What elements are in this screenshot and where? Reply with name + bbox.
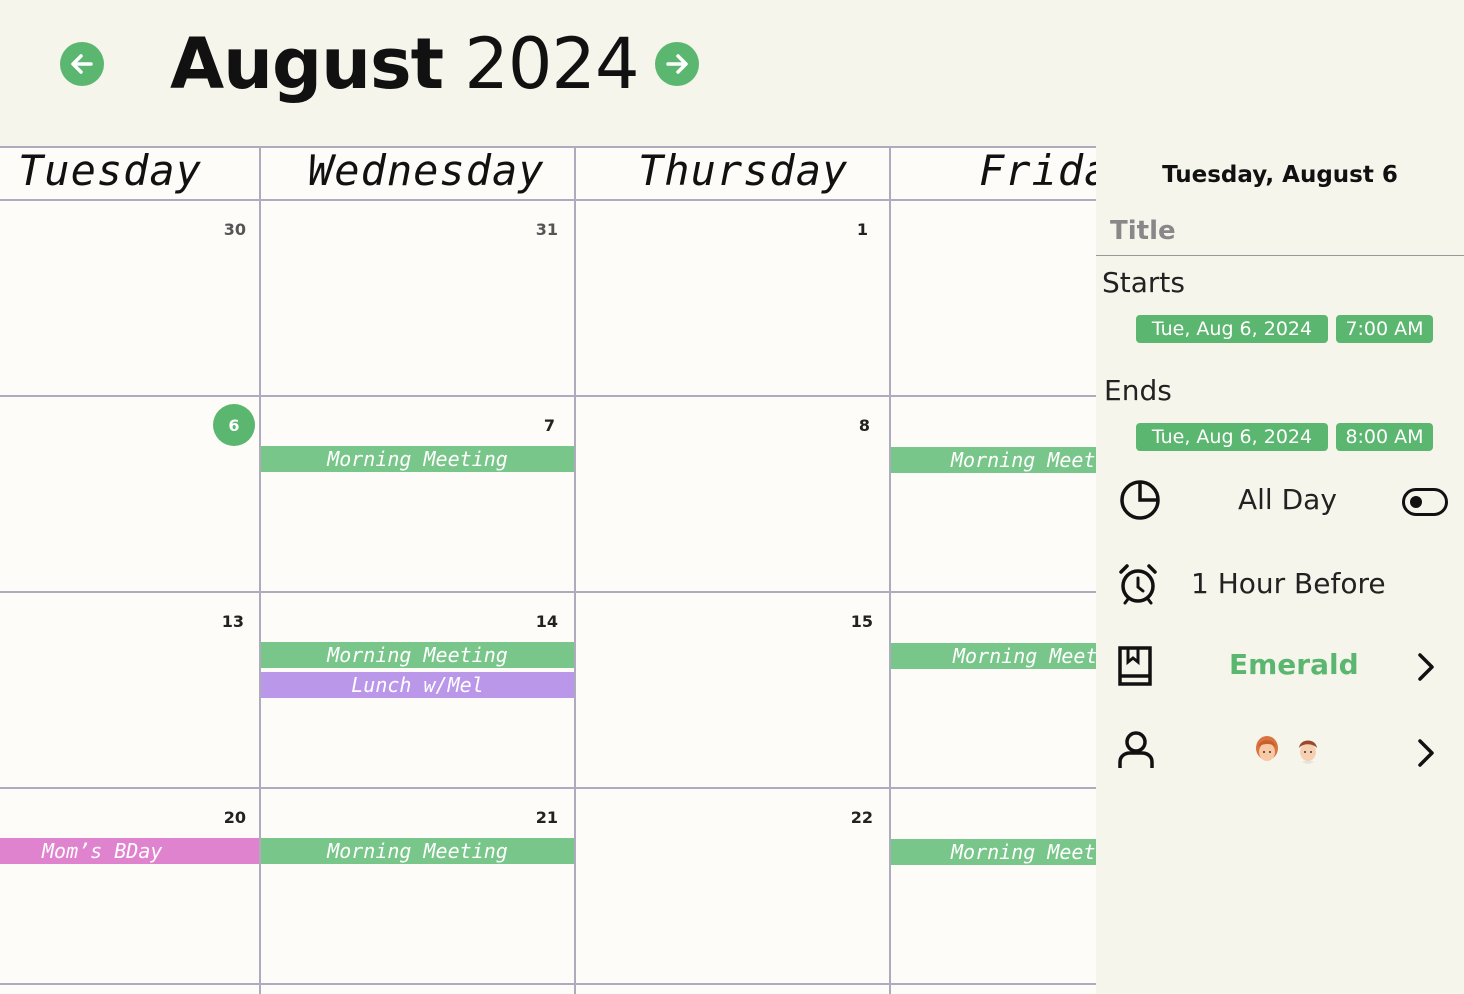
event-morning-meeting[interactable]: Morning Meeting [261, 838, 574, 864]
date-number[interactable]: 13 [204, 612, 244, 631]
start-date-picker[interactable]: Tue, Aug 6, 2024 [1136, 315, 1328, 343]
day-header-friday: Friday [979, 146, 1096, 195]
clock-icon [1120, 480, 1160, 520]
grid-line [889, 146, 891, 994]
end-date-picker[interactable]: Tue, Aug 6, 2024 [1136, 423, 1328, 451]
invitee-avatar[interactable] [1292, 734, 1324, 766]
month-title: August 2024 [170, 22, 640, 106]
end-time-picker[interactable]: 8:00 AM [1336, 423, 1433, 451]
date-number[interactable]: 30 [206, 220, 246, 239]
date-number[interactable]: 1 [828, 220, 868, 239]
starts-label: Starts [1102, 266, 1185, 299]
calendar-grid: Tuesday Wednesday Thursday Friday 30 31 … [0, 146, 1096, 994]
next-month-button[interactable] [655, 42, 699, 86]
today-date-marker[interactable]: 6 [213, 404, 255, 446]
date-number[interactable]: 20 [206, 808, 246, 827]
date-number[interactable]: 8 [830, 416, 870, 435]
invitee-avatar[interactable] [1251, 734, 1283, 766]
date-number[interactable]: 21 [518, 808, 558, 827]
grid-line [0, 591, 1096, 593]
alarm-icon [1119, 564, 1157, 605]
event-morning-meeting[interactable]: Morning Meeting [261, 446, 574, 472]
calendar-name[interactable]: Emerald [1229, 648, 1359, 681]
ends-label: Ends [1104, 374, 1172, 407]
date-number[interactable]: 22 [833, 808, 873, 827]
all-day-toggle[interactable] [1402, 488, 1448, 516]
day-header-thursday: Thursday [638, 146, 849, 195]
event-lunch[interactable]: Lunch w/Mel [261, 672, 574, 698]
chevron-right-icon[interactable] [1414, 650, 1438, 684]
date-number[interactable]: 31 [518, 220, 558, 239]
date-number[interactable]: 14 [518, 612, 558, 631]
day-header-tuesday: Tuesday [18, 146, 203, 195]
all-day-label: All Day [1238, 483, 1337, 516]
bookmark-icon [1118, 646, 1152, 686]
alert-value[interactable]: 1 Hour Before [1191, 567, 1386, 600]
event-morning-meeting[interactable]: Morning Meeting [261, 642, 574, 668]
grid-line [0, 983, 1096, 985]
panel-date-heading: Tuesday, August 6 [1162, 162, 1398, 188]
grid-line [259, 146, 261, 994]
chevron-right-icon[interactable] [1414, 736, 1438, 770]
grid-line [574, 146, 576, 994]
person-icon [1118, 731, 1154, 768]
event-detail-panel: Tuesday, August 6 Starts Tue, Aug 6, 202… [1096, 146, 1464, 994]
date-number[interactable]: 15 [833, 612, 873, 631]
event-title-input[interactable] [1110, 212, 1450, 250]
start-time-picker[interactable]: 7:00 AM [1336, 315, 1433, 343]
event-morning-meeting[interactable]: Morning Meeting [891, 839, 1096, 865]
event-morning-meeting[interactable]: Morning Meeting [891, 447, 1096, 473]
arrow-right-icon [666, 54, 688, 74]
month-label: August [170, 23, 444, 105]
calendar-header: August 2024 [0, 0, 1464, 146]
event-morning-meeting[interactable]: Morning Meeting [891, 643, 1096, 669]
toggle-knob [1410, 496, 1422, 508]
date-number[interactable]: 7 [515, 416, 555, 435]
grid-line [0, 787, 1096, 789]
previous-month-button[interactable] [60, 42, 104, 86]
divider [1096, 255, 1464, 256]
event-birthday[interactable]: Mom’s BDay [0, 838, 259, 864]
grid-line [0, 395, 1096, 397]
year-label: 2024 [464, 23, 639, 105]
arrow-left-icon [71, 54, 93, 74]
day-header-wednesday: Wednesday [308, 146, 545, 195]
